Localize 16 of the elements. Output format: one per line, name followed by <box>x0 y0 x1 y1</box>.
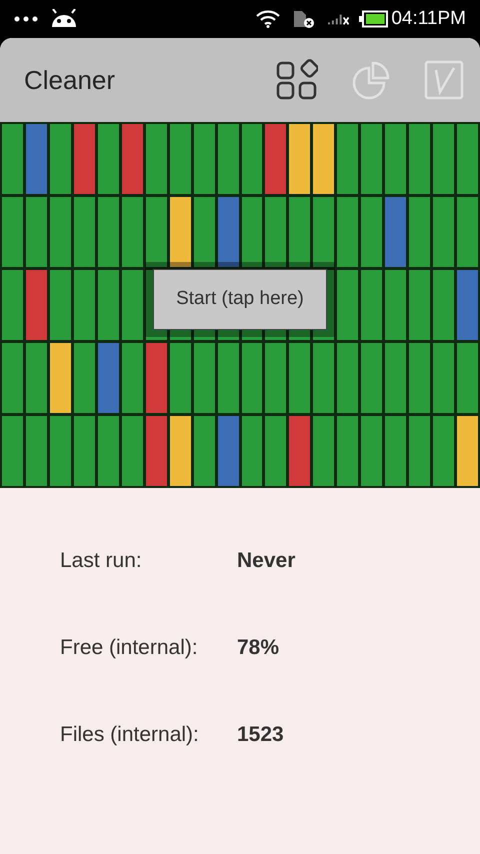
stat-label: Last run: <box>60 548 143 574</box>
start-button[interactable]: Start (tap here) <box>153 269 327 330</box>
sim-card-icon <box>292 9 316 29</box>
stat-label: Files (internal): <box>60 722 200 748</box>
stat-label: Free (internal): <box>60 634 199 661</box>
battery-icon <box>359 10 390 28</box>
stat-value: Never <box>237 548 296 574</box>
robot-icon <box>50 9 78 29</box>
stat-value: 78% <box>237 634 280 661</box>
signal-icon <box>328 14 350 24</box>
stat-value: 1523 <box>237 722 284 748</box>
wifi-icon <box>256 10 280 28</box>
status-time: 04:11PM <box>391 6 466 31</box>
more-icon <box>14 16 38 22</box>
app-title: Cleaner <box>24 64 116 96</box>
apps-icon[interactable] <box>276 59 318 101</box>
